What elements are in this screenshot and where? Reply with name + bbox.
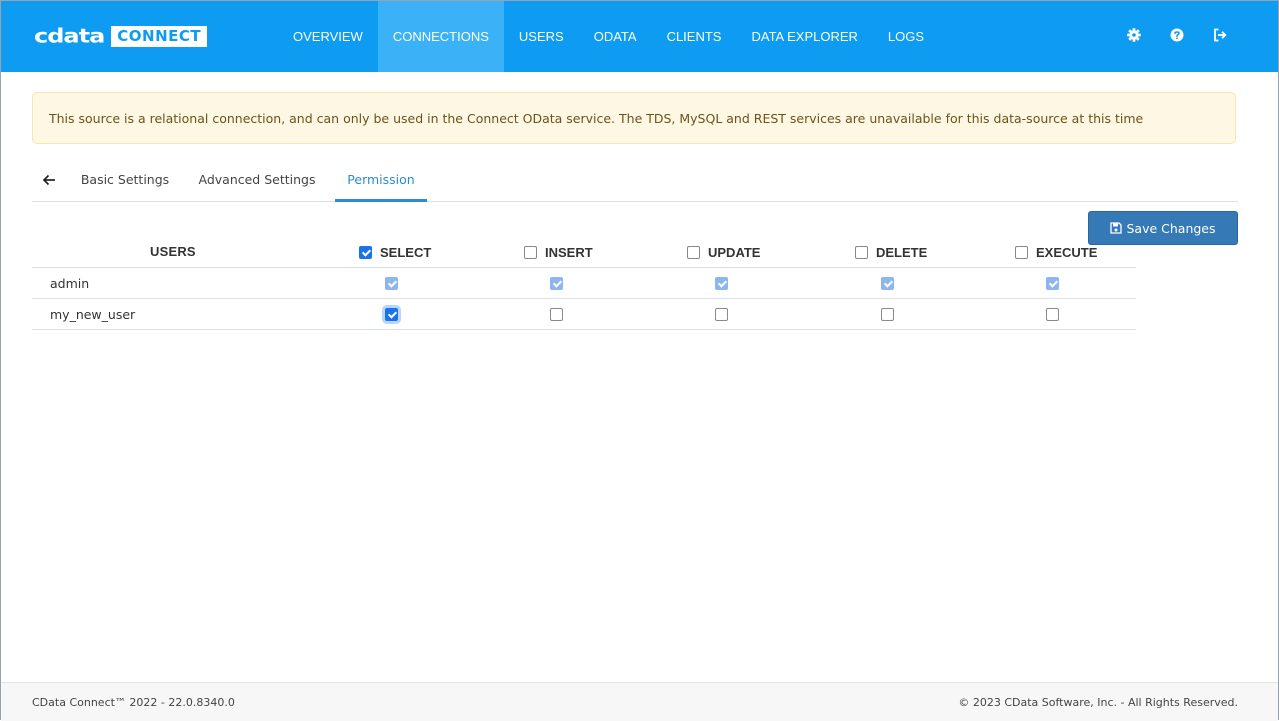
nav-data-explorer[interactable]: DATA EXPLORER	[736, 1, 872, 72]
admin-insert-checkbox	[550, 277, 563, 290]
copyright-text: © 2023 CData Software, Inc. - All Rights…	[958, 696, 1238, 709]
delete-header-label: DELETE	[876, 245, 928, 260]
top-navigation-bar: cdata CONNECT OVERVIEW CONNECTIONS USERS…	[1, 1, 1278, 72]
my-new-user-execute-checkbox[interactable]	[1046, 308, 1059, 321]
alert-text: This source is a relational connection, …	[49, 111, 1144, 126]
select-header-label: SELECT	[380, 245, 432, 260]
logo-wordmark: cdata	[34, 24, 105, 48]
logo-badge: CONNECT	[111, 25, 208, 47]
table-row: my_new_user	[32, 299, 1136, 330]
my-new-user-insert-checkbox[interactable]	[550, 308, 563, 321]
save-changes-label: Save Changes	[1126, 220, 1216, 236]
admin-update-checkbox	[715, 277, 728, 290]
logout-icon[interactable]	[1212, 27, 1228, 43]
insert-column-header: INSERT	[524, 245, 593, 260]
my-new-user-delete-checkbox[interactable]	[881, 308, 894, 321]
user-name: admin	[50, 276, 90, 291]
execute-column-header: EXECUTE	[1015, 245, 1097, 260]
delete-column-header: DELETE	[855, 245, 927, 260]
cdata-connect-logo[interactable]: cdata CONNECT	[34, 24, 208, 48]
tab-permission[interactable]: Permission	[335, 161, 427, 202]
help-icon[interactable]	[1169, 27, 1185, 43]
execute-header-label: EXECUTE	[1036, 245, 1098, 260]
my-new-user-update-checkbox[interactable]	[715, 308, 728, 321]
connection-tabs: Basic Settings Advanced Settings Permiss…	[32, 161, 1238, 202]
nav-logs[interactable]: LOGS	[873, 1, 939, 72]
tab-basic-settings[interactable]: Basic Settings	[70, 161, 180, 199]
table-row: admin	[32, 268, 1136, 299]
nav-overview[interactable]: OVERVIEW	[278, 1, 378, 72]
relational-connection-alert: This source is a relational connection, …	[32, 92, 1236, 144]
select-all-checkbox[interactable]	[359, 246, 372, 259]
nav-users[interactable]: USERS	[504, 1, 579, 72]
users-column-header: USERS	[150, 244, 196, 259]
admin-select-checkbox	[385, 277, 398, 290]
user-name: my_new_user	[50, 307, 136, 322]
footer: CData Connect™ 2022 - 22.0.8340.0 © 2023…	[1, 682, 1278, 721]
insert-header-label: INSERT	[545, 245, 593, 260]
permissions-table: USERS SELECT INSERT UPDATE DELETE EXECUT…	[32, 237, 1136, 330]
gear-icon[interactable]	[1126, 27, 1142, 43]
back-arrow-icon[interactable]	[41, 172, 57, 188]
delete-all-checkbox[interactable]	[855, 246, 868, 259]
version-text: CData Connect™ 2022 - 22.0.8340.0	[32, 696, 235, 709]
update-header-label: UPDATE	[708, 245, 761, 260]
nav-connections[interactable]: CONNECTIONS	[377, 1, 504, 72]
admin-delete-checkbox	[881, 277, 894, 290]
select-column-header: SELECT	[359, 245, 431, 260]
floppy-disk-icon	[1110, 222, 1123, 234]
update-column-header: UPDATE	[687, 245, 760, 260]
table-header-row: USERS SELECT INSERT UPDATE DELETE EXECUT…	[32, 237, 1136, 268]
my-new-user-select-checkbox[interactable]	[385, 308, 398, 321]
nav-odata[interactable]: ODATA	[579, 1, 652, 72]
admin-execute-checkbox	[1046, 277, 1059, 290]
nav-clients[interactable]: CLIENTS	[652, 1, 737, 72]
top-icon-group	[1126, 27, 1228, 43]
tab-advanced-settings[interactable]: Advanced Settings	[192, 161, 322, 199]
update-all-checkbox[interactable]	[687, 246, 700, 259]
insert-all-checkbox[interactable]	[524, 246, 537, 259]
execute-all-checkbox[interactable]	[1015, 246, 1028, 259]
main-nav: OVERVIEW CONNECTIONS USERS ODATA CLIENTS…	[278, 1, 939, 72]
